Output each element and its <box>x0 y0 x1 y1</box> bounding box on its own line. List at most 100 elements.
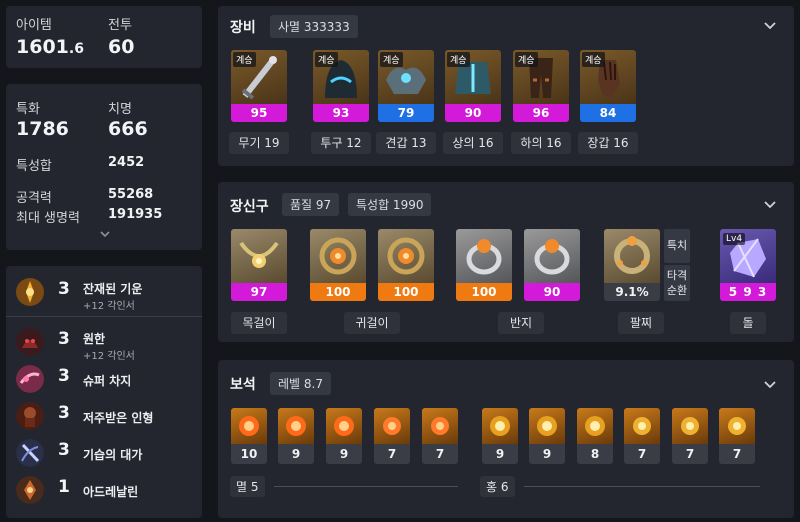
engraving-name: 원한 <box>83 332 106 346</box>
quality-badge: 품질 97 <box>282 193 340 216</box>
accessory-bracelet[interactable]: 9.1% <box>604 229 660 301</box>
engraving-row[interactable]: 3 기습의 대가 <box>6 435 202 471</box>
gem-level: 8 <box>577 444 613 464</box>
gem-annihilation[interactable]: 9 <box>278 408 314 464</box>
inherit-tag: 계승 <box>582 52 605 67</box>
accessory-necklace[interactable]: 97 <box>231 229 287 301</box>
gem-icon <box>490 416 510 436</box>
gem-level: 9 <box>278 444 314 464</box>
stone-level: Lv4 <box>723 233 746 245</box>
engraving-row[interactable]: 3 잔재된 기운 +12 각인서 <box>6 274 202 312</box>
gem-level: 7 <box>624 444 660 464</box>
section-title: 장비 <box>230 20 256 36</box>
inherit-tag: 계승 <box>315 52 338 67</box>
gem-crimson[interactable]: 8 <box>577 408 613 464</box>
gems-panel: 보석 레벨 8.7 10 9 9 7 7 멸 5 9 9 8 7 7 7 홍 6 <box>218 360 794 518</box>
quality-bar: 84 <box>580 104 636 122</box>
item-label: 팔찌 <box>618 312 664 334</box>
equipment-item-shoulder[interactable]: 계승 79 <box>378 50 434 122</box>
accessory-ring[interactable]: 90 <box>524 229 580 301</box>
chevron-down-icon[interactable] <box>764 381 776 389</box>
quality-bar: 90 <box>445 104 501 122</box>
bracelet-value: 9.1% <box>604 283 660 301</box>
item-level-value: 1601.6 <box>16 36 84 58</box>
equipment-item-helmet[interactable]: 계승 93 <box>313 50 369 122</box>
gem-annihilation[interactable]: 10 <box>231 408 267 464</box>
gem-crimson[interactable]: 7 <box>624 408 660 464</box>
gem-icon <box>334 416 354 436</box>
engraving-row[interactable]: 3 저주받은 인형 <box>6 398 202 434</box>
cursed-doll-icon <box>16 402 44 430</box>
divider <box>274 486 458 487</box>
quality-bar: 79 <box>378 104 434 122</box>
equipment-item-pants[interactable]: 계승 96 <box>513 50 569 122</box>
accessory-earring[interactable]: 100 <box>378 229 434 301</box>
grudge-icon <box>16 328 44 356</box>
combat-level-value: 60 <box>108 36 135 58</box>
item-label: 장갑 16 <box>578 132 638 154</box>
divider <box>524 486 760 487</box>
equipment-item-weapon[interactable]: 계승 95 <box>231 50 287 122</box>
item-label: 상의 16 <box>443 132 503 154</box>
gem-icon <box>728 417 746 435</box>
gem-icon <box>431 417 449 435</box>
accessory-ring[interactable]: 100 <box>456 229 512 301</box>
gem-annihilation[interactable]: 7 <box>422 408 458 464</box>
chevron-down-icon[interactable] <box>100 230 110 238</box>
chevron-down-icon[interactable] <box>764 201 776 209</box>
gem-icon <box>239 416 259 436</box>
max-hp-label: 최대 생명력 <box>16 211 80 226</box>
divider <box>6 316 202 317</box>
quality-bar: 100 <box>378 283 434 301</box>
engraving-row[interactable]: 1 아드레날린 <box>6 472 202 508</box>
gem-icon <box>383 417 401 435</box>
gem-level: 9 <box>482 444 518 464</box>
necklace-icon <box>239 241 279 268</box>
engraving-row[interactable]: 3 슈퍼 차지 <box>6 361 202 397</box>
equipment-panel: 장비 사멸 333333 계승 95 무기 19 계승 93 투구 12 계승 … <box>218 6 794 166</box>
stat-total-badge: 특성합 1990 <box>348 193 432 216</box>
stone-value: 5 9 3 <box>720 283 776 301</box>
gem-level: 7 <box>719 444 755 464</box>
inherit-tag: 계승 <box>380 52 403 67</box>
gem-icon <box>286 416 306 436</box>
gem-level: 9 <box>529 444 565 464</box>
equipment-item-gloves[interactable]: 계승 84 <box>580 50 636 122</box>
engraving-name: 잔재된 기운 <box>83 282 143 296</box>
quality-bar: 100 <box>310 283 366 301</box>
section-title: 장신구 <box>230 199 269 215</box>
item-label: 견갑 13 <box>376 132 436 154</box>
gem-level: 7 <box>422 444 458 464</box>
equipment-item-chest[interactable]: 계승 90 <box>445 50 501 122</box>
bracelet-icon <box>614 236 650 274</box>
inherit-tag: 계승 <box>447 52 470 67</box>
accessory-ability-stone[interactable]: Lv4 5 9 3 <box>720 229 776 301</box>
attack-label: 공격력 <box>16 191 52 206</box>
item-label: 귀걸이 <box>344 312 400 334</box>
gem-crimson[interactable]: 9 <box>482 408 518 464</box>
gem-level: 9 <box>326 444 362 464</box>
set-badge: 사멸 333333 <box>270 15 358 38</box>
engraving-level: 3 <box>58 440 70 460</box>
gem-icon <box>681 417 699 435</box>
engraving-row[interactable]: 3 원한 +12 각인서 <box>6 324 202 362</box>
master-ambush-icon <box>16 439 44 467</box>
accessories-panel: 장신구 품질 97 특성합 1990 97 목걸이 100 100 귀걸이 10… <box>218 182 794 342</box>
gem-level: 7 <box>374 444 410 464</box>
chevron-down-icon[interactable] <box>764 22 776 30</box>
gem-annihilation[interactable]: 7 <box>374 408 410 464</box>
accessory-earring[interactable]: 100 <box>310 229 366 301</box>
engraving-name: 슈퍼 차지 <box>83 374 132 388</box>
inherit-tag: 계승 <box>233 52 256 67</box>
engraving-level: 3 <box>58 403 70 423</box>
item-label: 무기 19 <box>229 132 289 154</box>
quality-bar: 100 <box>456 283 512 301</box>
gem-crimson[interactable]: 7 <box>672 408 708 464</box>
gem-crimson[interactable]: 9 <box>529 408 565 464</box>
engraving-level: 3 <box>58 366 70 386</box>
section-title: 보석 <box>230 377 256 393</box>
gem-annihilation[interactable]: 9 <box>326 408 362 464</box>
gem-crimson[interactable]: 7 <box>719 408 755 464</box>
spec-value: 1786 <box>16 118 69 140</box>
stats-panel[interactable]: 특화 1786 치명 666 특성합 2452 공격력 55268 최대 생명력… <box>6 84 202 250</box>
